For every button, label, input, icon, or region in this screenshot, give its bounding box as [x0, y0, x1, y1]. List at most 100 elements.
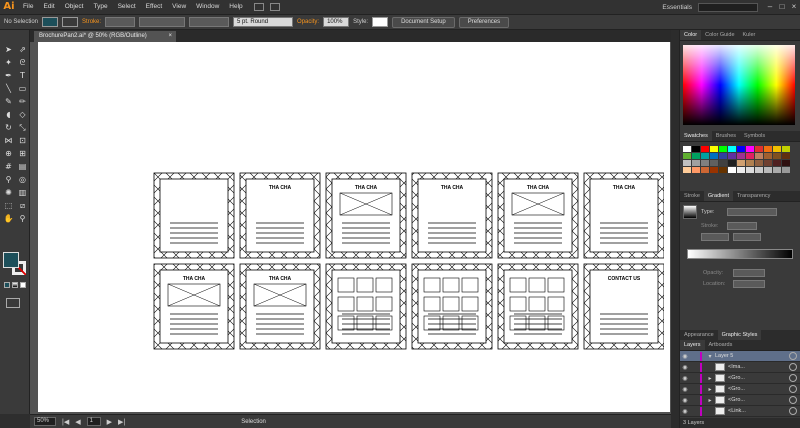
layer-row[interactable]: ◉ <Link... [680, 406, 800, 417]
bridge-icon[interactable] [253, 3, 264, 11]
gradient-slider[interactable] [687, 249, 793, 259]
last-artboard-icon[interactable]: ▶| [118, 418, 125, 426]
visibility-eye-icon[interactable]: ◉ [680, 397, 690, 404]
next-artboard-icon[interactable]: ▶ [107, 418, 112, 426]
mesh-tool-icon[interactable]: # [3, 161, 14, 172]
prev-artboard-icon[interactable]: ◀ [75, 418, 80, 426]
tab-brushes[interactable]: Brushes [712, 131, 740, 141]
rectangle-tool-icon[interactable]: ▭ [17, 83, 28, 94]
layer-target-icon[interactable] [789, 363, 797, 371]
color-swatch[interactable] [782, 146, 790, 152]
tab-transparency[interactable]: Transparency [733, 191, 774, 201]
style-swatch[interactable] [372, 17, 389, 27]
lasso-tool-icon[interactable]: ᘓ [17, 57, 28, 68]
color-swatch[interactable] [737, 153, 745, 159]
tab-symbols[interactable]: Symbols [740, 131, 769, 141]
layer-name[interactable]: <Gro... [728, 386, 789, 392]
first-artboard-icon[interactable]: |◀ [62, 418, 69, 426]
scale-tool-icon[interactable]: ⤡ [17, 122, 28, 133]
layer-row[interactable]: ◉ ▸ <Gro... [680, 373, 800, 384]
color-swatch[interactable] [683, 146, 691, 152]
layer-row[interactable]: ◉ <Ima... [680, 362, 800, 373]
menu-type[interactable]: Type [88, 0, 112, 14]
color-swatch[interactable] [701, 167, 709, 173]
screen-mode-icon[interactable] [6, 298, 20, 308]
color-swatch[interactable] [692, 160, 700, 166]
color-swatch[interactable] [692, 146, 700, 152]
layer-name[interactable]: <Gro... [728, 375, 789, 381]
line-tool-icon[interactable]: ╲ [3, 83, 14, 94]
fill-swatch[interactable] [42, 17, 59, 27]
color-swatch[interactable] [701, 146, 709, 152]
free-transform-tool-icon[interactable]: ⊡ [17, 135, 28, 146]
artboard-tool-icon[interactable]: ⬚ [3, 200, 14, 211]
menu-effect[interactable]: Effect [141, 0, 168, 14]
color-swatch[interactable] [764, 167, 772, 173]
color-swatch[interactable] [710, 167, 718, 173]
gradient-stroke-field[interactable] [727, 222, 757, 230]
color-swatch[interactable] [719, 167, 727, 173]
perspective-grid-tool-icon[interactable]: ⊞ [17, 148, 28, 159]
color-swatch[interactable] [764, 160, 772, 166]
color-swatch[interactable] [755, 153, 763, 159]
layer-name[interactable]: <Link... [728, 408, 789, 414]
expand-triangle-icon[interactable]: ▸ [705, 386, 715, 393]
slice-tool-icon[interactable]: ⧄ [17, 200, 28, 211]
color-swatch[interactable] [728, 160, 736, 166]
color-swatch[interactable] [755, 160, 763, 166]
width-tool-icon[interactable]: ⋈ [3, 135, 14, 146]
color-swatch[interactable] [773, 153, 781, 159]
close-document-icon[interactable]: × [168, 31, 172, 42]
symbol-sprayer-tool-icon[interactable]: ✺ [3, 187, 14, 198]
stroke-label[interactable]: Stroke: [82, 19, 101, 25]
blob-brush-tool-icon[interactable]: ◖ [3, 109, 14, 120]
visibility-eye-icon[interactable]: ◉ [680, 353, 690, 360]
visibility-eye-icon[interactable]: ◉ [680, 375, 690, 382]
menu-file[interactable]: File [18, 0, 38, 14]
document-tab[interactable]: BrochurePan2.ai* @ 50% (RGB/Outline) × [34, 31, 176, 42]
tab-color-guide[interactable]: Color Guide [701, 30, 738, 40]
shape-builder-tool-icon[interactable]: ⊕ [3, 148, 14, 159]
layer-target-icon[interactable] [789, 396, 797, 404]
gradient-location-field[interactable] [733, 280, 765, 288]
tab-artboards[interactable]: Artboards [705, 340, 737, 350]
stroke-swatch[interactable] [62, 17, 79, 27]
blend-tool-icon[interactable]: ◎ [17, 174, 28, 185]
pen-tool-icon[interactable]: ✒ [3, 70, 14, 81]
tab-stroke[interactable]: Stroke [680, 191, 704, 201]
layer-row[interactable]: ◉ ▸ <Gro... [680, 384, 800, 395]
eraser-tool-icon[interactable]: ◇ [17, 109, 28, 120]
menu-object[interactable]: Object [60, 0, 89, 14]
expand-triangle-icon[interactable]: ▸ [705, 375, 715, 382]
color-swatch[interactable] [737, 167, 745, 173]
visibility-eye-icon[interactable]: ◉ [680, 408, 690, 415]
opacity-field[interactable]: 100% [323, 17, 350, 27]
gradient-angle-field[interactable] [701, 233, 729, 241]
visibility-eye-icon[interactable]: ◉ [680, 364, 690, 371]
color-mode-icon[interactable] [4, 282, 10, 288]
artboard-number-field[interactable]: 1 [86, 417, 101, 426]
color-swatch[interactable] [683, 167, 691, 173]
help-search-input[interactable] [698, 2, 758, 12]
color-swatch[interactable] [764, 146, 772, 152]
magic-wand-tool-icon[interactable]: ✦ [3, 57, 14, 68]
menu-view[interactable]: View [167, 0, 191, 14]
expand-triangle-icon[interactable]: ▾ [705, 353, 715, 360]
gradient-preview[interactable] [683, 205, 697, 219]
layer-target-icon[interactable] [789, 407, 797, 415]
fill-stroke-widget[interactable] [3, 252, 29, 278]
color-swatch[interactable] [683, 160, 691, 166]
color-swatch[interactable] [719, 153, 727, 159]
color-swatch[interactable] [692, 153, 700, 159]
menu-window[interactable]: Window [191, 0, 224, 14]
zoom-tool-icon[interactable]: ⚲ [17, 213, 28, 224]
color-swatch[interactable] [773, 167, 781, 173]
tab-kuler[interactable]: Kuler [739, 30, 760, 40]
layer-row[interactable]: ◉ ▸ <Gro... [680, 395, 800, 406]
tab-graphic-styles[interactable]: Graphic Styles [717, 330, 762, 340]
direct-selection-tool-icon[interactable]: ⇗ [17, 44, 28, 55]
color-swatch[interactable] [719, 146, 727, 152]
gradient-type-select[interactable] [727, 208, 777, 216]
type-tool-icon[interactable]: T [17, 70, 28, 81]
maximize-button[interactable]: □ [776, 2, 788, 12]
